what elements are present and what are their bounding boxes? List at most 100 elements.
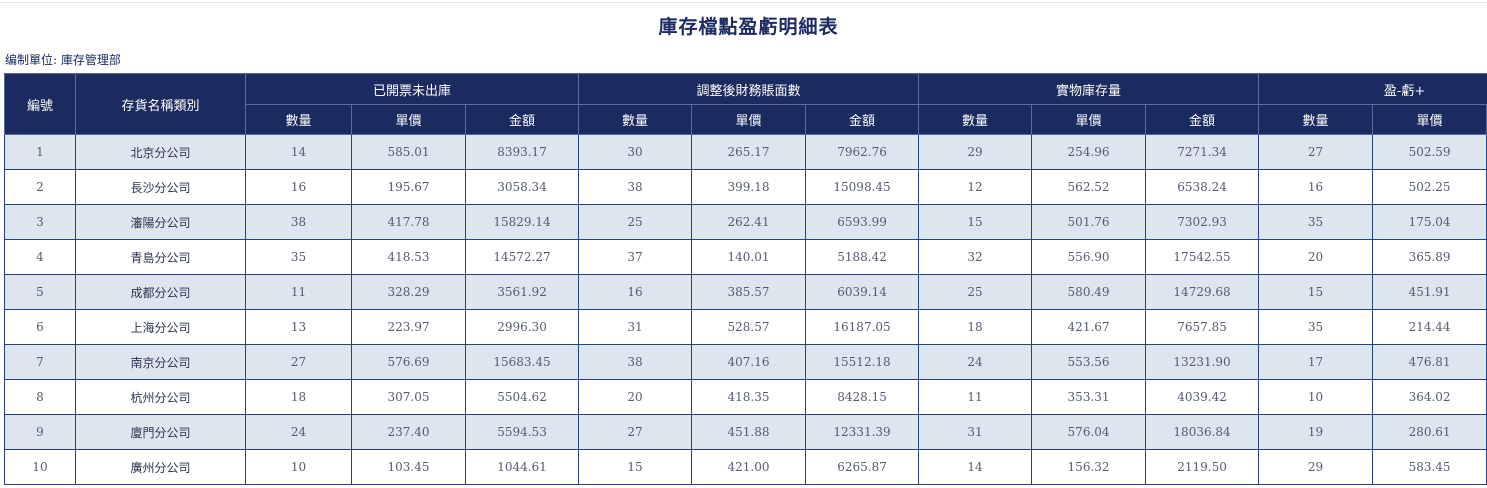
- page-title: 庫存檔點盈虧明細表: [658, 16, 839, 38]
- cell-variance-qty: 17: [1258, 344, 1374, 380]
- cell-physical-amount: 7657.85: [1145, 309, 1260, 345]
- cell-id: 3: [4, 204, 76, 240]
- cell-book-price: 528.57: [691, 309, 807, 345]
- table-row: 8 杭州分公司 18 307.05 5504.62 20 418.35 8428.15 11 35…: [4, 379, 1487, 415]
- cell-invoiced-amount: 5594.53: [464, 414, 580, 450]
- cell-book-qty: 16: [578, 274, 693, 310]
- cell-book-price: 399.18: [691, 169, 807, 205]
- cell-physical-price: 421.67: [1031, 309, 1147, 345]
- cell-invoiced-price: 328.29: [351, 274, 466, 310]
- cell-physical-qty: 15: [918, 204, 1033, 240]
- header-group-invoiced: 已開票未出庫: [244, 73, 580, 105]
- cell-name: 廈門分公司: [75, 414, 246, 450]
- header-amount: 金額: [805, 104, 920, 135]
- cell-invoiced-amount: 1044.61: [464, 449, 580, 485]
- cell-physical-amount: 4039.42: [1145, 379, 1260, 415]
- cell-name: 瀋陽分公司: [75, 204, 246, 240]
- cell-invoiced-price: 307.05: [351, 379, 466, 415]
- cell-book-amount: 16187.05: [805, 309, 920, 345]
- cell-variance-qty: 16: [1258, 169, 1374, 205]
- cell-variance-qty: 27: [1258, 134, 1374, 170]
- cell-name: 廣州分公司: [75, 449, 246, 485]
- cell-invoiced-qty: 11: [245, 274, 352, 310]
- cell-id: 10: [4, 449, 76, 485]
- cell-book-qty: 15: [578, 449, 693, 485]
- cell-physical-qty: 25: [918, 274, 1033, 310]
- cell-invoiced-price: 585.01: [351, 134, 466, 170]
- cell-book-amount: 15512.18: [805, 344, 920, 380]
- top-divider: [0, 2, 1487, 3]
- cell-variance-price: 476.81: [1372, 344, 1487, 380]
- table-row: 7 南京分公司 27 576.69 15683.45 38 407.16 15512.18 24…: [4, 344, 1487, 380]
- header-name: 存貨名稱類別: [75, 73, 246, 135]
- cell-physical-qty: 32: [918, 239, 1033, 275]
- cell-book-price: 262.41: [691, 204, 807, 240]
- cell-book-price: 385.57: [691, 274, 807, 310]
- cell-variance-price: 583.45: [1372, 449, 1487, 485]
- header-price: 單價: [1372, 104, 1487, 135]
- cell-variance-price: 175.04: [1372, 204, 1487, 240]
- cell-physical-price: 353.31: [1031, 379, 1147, 415]
- header-group-physical: 實物庫存量: [918, 73, 1260, 105]
- cell-variance-price: 214.44: [1372, 309, 1487, 345]
- cell-book-price: 451.88: [691, 414, 807, 450]
- cell-variance-price: 502.59: [1372, 134, 1487, 170]
- cell-book-amount: 8428.15: [805, 379, 920, 415]
- header-price: 單價: [691, 104, 807, 135]
- cell-variance-qty: 20: [1258, 239, 1374, 275]
- cell-id: 8: [4, 379, 76, 415]
- cell-physical-qty: 24: [918, 344, 1033, 380]
- cell-name: 成都分公司: [75, 274, 246, 310]
- cell-variance-price: 365.89: [1372, 239, 1487, 275]
- cell-book-amount: 5188.42: [805, 239, 920, 275]
- unit-label: 编制單位: 庫存管理部: [5, 53, 121, 67]
- cell-invoiced-price: 237.40: [351, 414, 466, 450]
- cell-invoiced-amount: 15829.14: [464, 204, 580, 240]
- table-row: 6 上海分公司 13 223.97 2996.30 31 528.57 16187.05 18 4…: [4, 309, 1487, 345]
- cell-physical-qty: 18: [918, 309, 1033, 345]
- cell-invoiced-price: 418.53: [351, 239, 466, 275]
- cell-invoiced-qty: 18: [245, 379, 352, 415]
- cell-book-qty: 30: [578, 134, 693, 170]
- cell-id: 2: [4, 169, 76, 205]
- table-row: 5 成都分公司 11 328.29 3561.92 16 385.57 6039.14 25 58…: [4, 274, 1487, 310]
- cell-book-amount: 7962.76: [805, 134, 920, 170]
- cell-physical-price: 562.52: [1031, 169, 1147, 205]
- cell-physical-price: 501.76: [1031, 204, 1147, 240]
- cell-name: 北京分公司: [75, 134, 246, 170]
- cell-invoiced-qty: 27: [245, 344, 352, 380]
- cell-variance-price: 364.02: [1372, 379, 1487, 415]
- cell-variance-price: 502.25: [1372, 169, 1487, 205]
- header-id: 編號: [4, 73, 76, 135]
- cell-invoiced-amount: 15683.45: [464, 344, 580, 380]
- cell-id: 1: [4, 134, 76, 170]
- cell-invoiced-amount: 3561.92: [464, 274, 580, 310]
- cell-id: 4: [4, 239, 76, 275]
- cell-physical-amount: 7302.93: [1145, 204, 1260, 240]
- inventory-table-container: 編號 存貨名稱類別 已開票未出庫 調整後財務賬面數 實物庫存量 盈-虧+ 數量 …: [4, 73, 1487, 485]
- cell-invoiced-price: 103.45: [351, 449, 466, 485]
- cell-book-amount: 12331.39: [805, 414, 920, 450]
- cell-variance-price: 280.61: [1372, 414, 1487, 450]
- cell-id: 6: [4, 309, 76, 345]
- cell-book-price: 421.00: [691, 449, 807, 485]
- cell-physical-amount: 13231.90: [1145, 344, 1260, 380]
- cell-invoiced-amount: 3058.34: [464, 169, 580, 205]
- cell-book-qty: 38: [578, 169, 693, 205]
- header-price: 單價: [351, 104, 466, 135]
- header-group-variance: 盈-虧+: [1258, 73, 1487, 105]
- cell-variance-qty: 10: [1258, 379, 1374, 415]
- cell-physical-qty: 12: [918, 169, 1033, 205]
- cell-variance-qty: 15: [1258, 274, 1374, 310]
- table-row: 4 青島分公司 35 418.53 14572.27 37 140.01 5188.42 32 5…: [4, 239, 1487, 275]
- cell-invoiced-price: 195.67: [351, 169, 466, 205]
- cell-physical-amount: 6538.24: [1145, 169, 1260, 205]
- cell-invoiced-amount: 5504.62: [464, 379, 580, 415]
- cell-variance-qty: 29: [1258, 449, 1374, 485]
- cell-id: 9: [4, 414, 76, 450]
- cell-invoiced-amount: 2996.30: [464, 309, 580, 345]
- cell-book-qty: 31: [578, 309, 693, 345]
- cell-name: 上海分公司: [75, 309, 246, 345]
- cell-book-amount: 15098.45: [805, 169, 920, 205]
- cell-invoiced-qty: 24: [245, 414, 352, 450]
